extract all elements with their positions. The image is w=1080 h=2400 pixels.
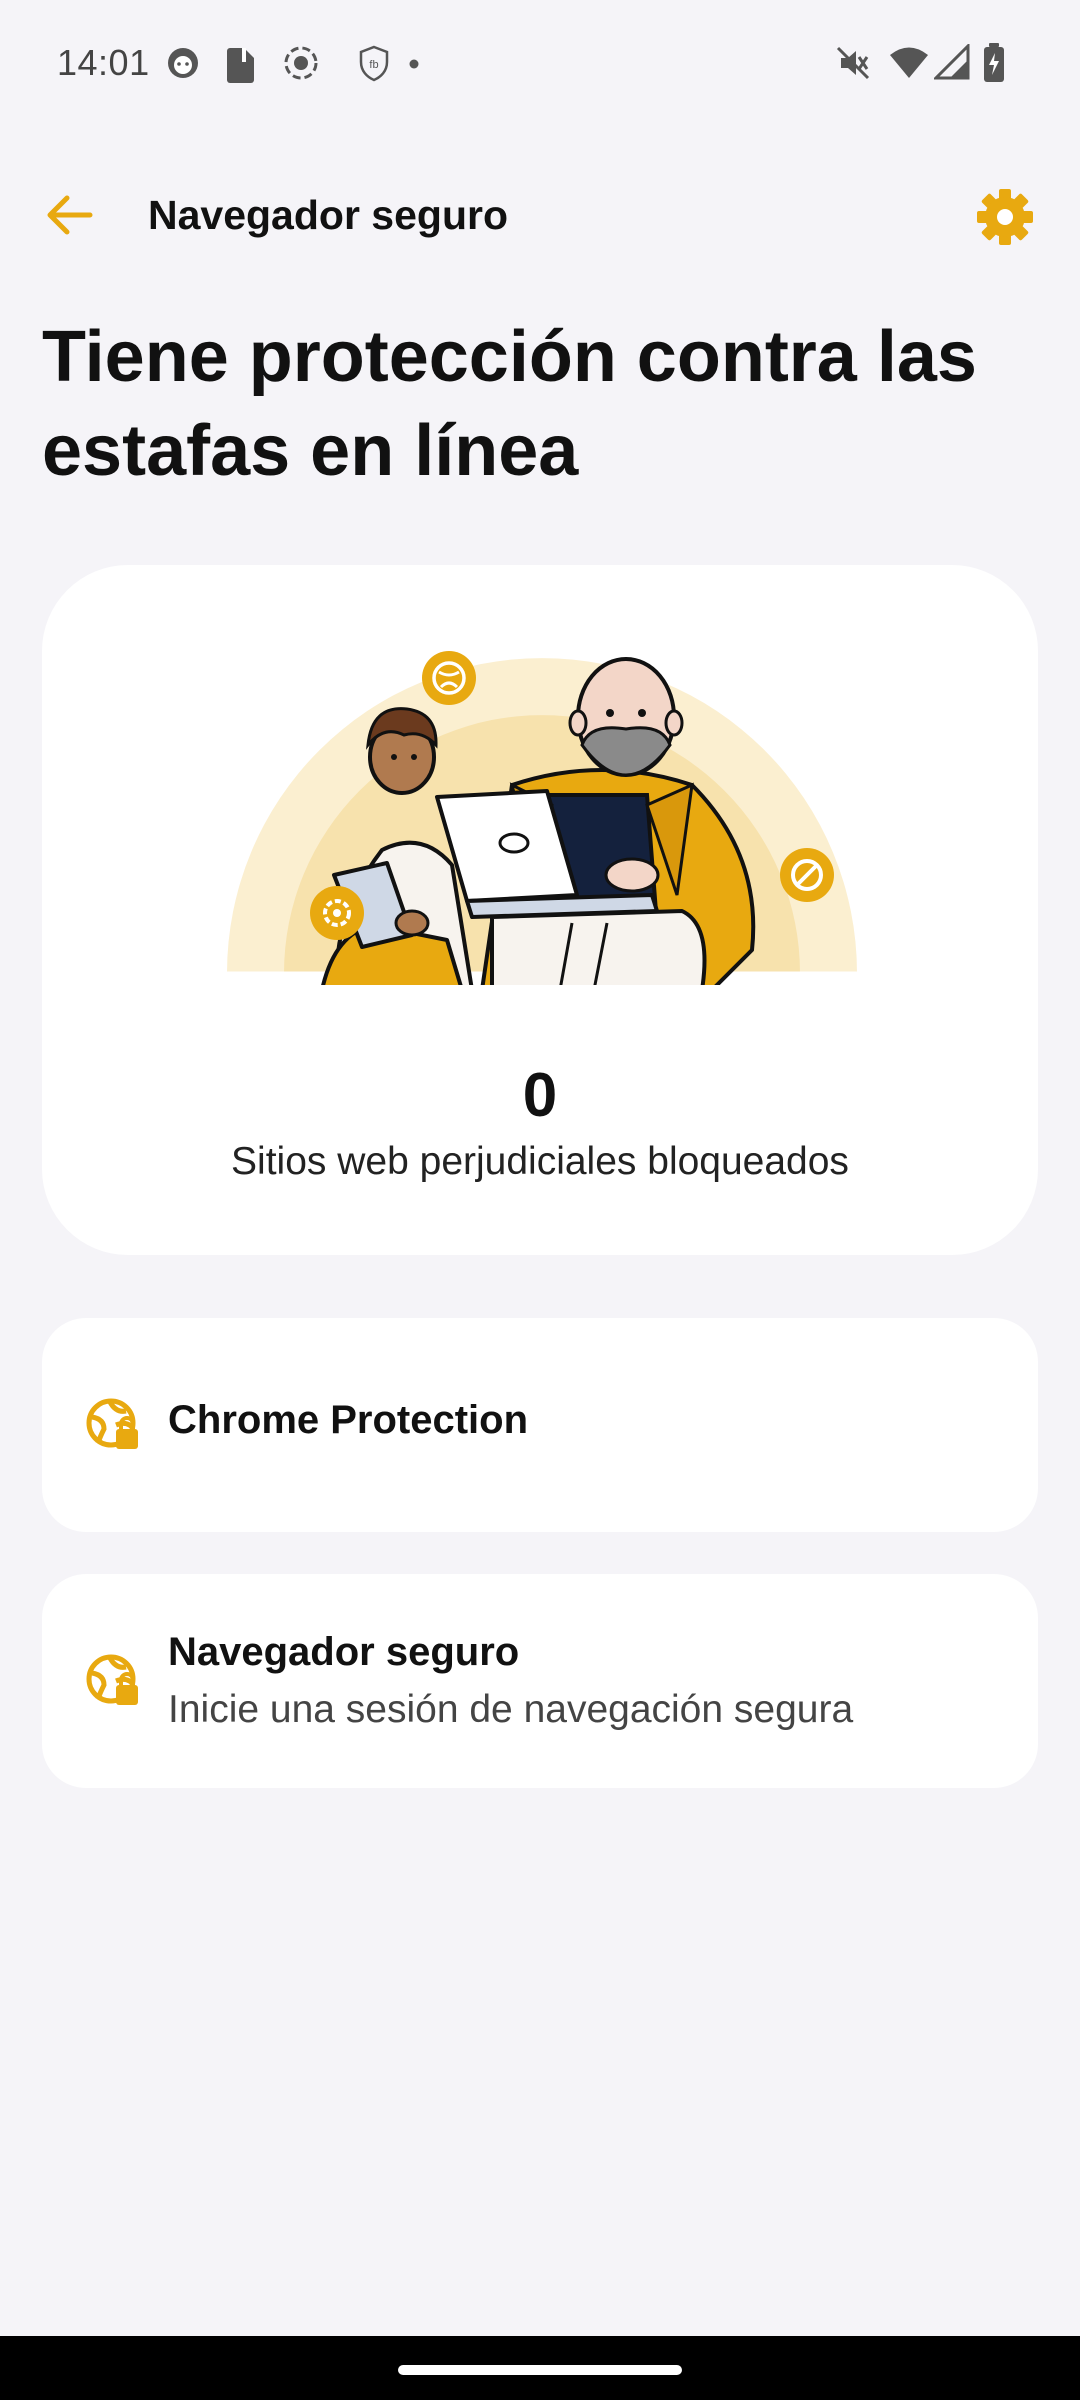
secure-browser-card[interactable]: Navegador seguro Inicie una sesión de na… <box>42 1574 1038 1788</box>
page-headline: Tiene protección contra las estafas en l… <box>42 317 977 491</box>
dot-icon <box>409 59 419 69</box>
status-bar: 14:01 fb <box>0 0 1080 130</box>
gear-icon <box>977 189 1033 245</box>
phone-sim-icon <box>227 48 254 83</box>
screen-record-icon <box>284 46 318 80</box>
shield-fb-icon: fb <box>359 45 389 82</box>
blocked-label: Sitios web perjudiciales bloqueados <box>231 1140 849 1183</box>
chrome-protection-title: Chrome Protection <box>168 1398 529 1442</box>
secure-browser-title: Navegador seguro <box>168 1630 520 1674</box>
globe-lock-icon <box>86 1654 138 1705</box>
back-button[interactable] <box>40 185 110 245</box>
wifi-icon <box>890 47 928 78</box>
protection-illustration <box>227 651 857 985</box>
svg-text:fb: fb <box>369 59 378 71</box>
cat-face-icon <box>168 48 198 78</box>
screen: 14:01 fb Navegador seguro Tiene protecci… <box>0 0 1080 2400</box>
arrow-left-icon <box>47 195 93 235</box>
secure-browser-subtitle: Inicie una sesión de navegación segura <box>168 1688 854 1731</box>
settings-button[interactable] <box>972 184 1038 250</box>
app-bar-title: Navegador seguro <box>148 192 508 238</box>
chrome-protection-card[interactable]: Chrome Protection <box>42 1318 1038 1532</box>
top-app-bar: Navegador seguro <box>0 160 1080 270</box>
blocked-count: 0 <box>522 1061 558 1130</box>
signal-icon <box>934 44 970 80</box>
battery-charging-icon <box>984 43 1004 82</box>
status-time: 14:01 <box>57 42 150 83</box>
protection-summary-card: 0 Sitios web perjudiciales bloqueados <box>42 565 1038 1255</box>
globe-lock-icon <box>86 1398 138 1449</box>
home-gesture-handle[interactable] <box>398 2365 682 2375</box>
mute-icon <box>836 46 870 80</box>
system-nav-bar <box>0 2336 1080 2400</box>
